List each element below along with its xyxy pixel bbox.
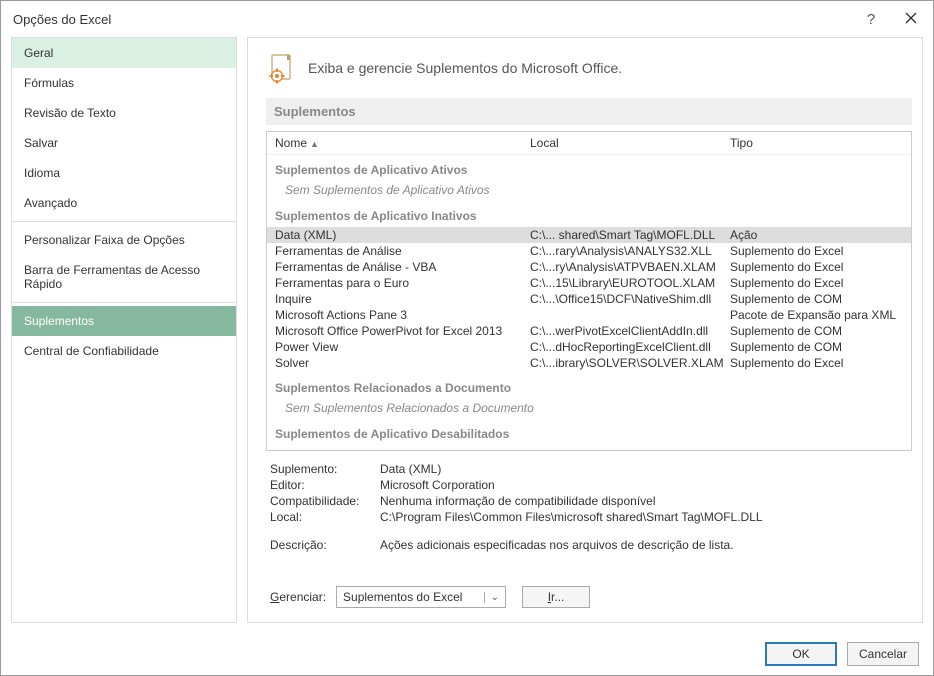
- manage-label: Gerenciar:: [270, 590, 326, 604]
- detail-value-suplemento: Data (XML): [380, 462, 908, 476]
- cell-tipo: Suplemento do Excel: [730, 276, 903, 290]
- sidebar-item[interactable]: Fórmulas: [12, 68, 236, 98]
- sidebar-item[interactable]: Barra de Ferramentas de Acesso Rápido: [12, 255, 236, 299]
- list-row[interactable]: Power ViewC:\...dHocReportingExcelClient…: [267, 339, 911, 355]
- sidebar-item[interactable]: Geral: [12, 38, 236, 68]
- cell-local: C:\...ry\Analysis\ATPVBAEN.XLAM: [530, 260, 730, 274]
- list-row[interactable]: Microsoft Actions Pane 3 Pacote de Expans…: [267, 307, 911, 323]
- sidebar-item[interactable]: Personalizar Faixa de Opções: [12, 225, 236, 255]
- sidebar-item[interactable]: Suplementos: [12, 306, 236, 336]
- sidebar-item[interactable]: Salvar: [12, 128, 236, 158]
- sidebar-item[interactable]: Central de Confiabilidade: [12, 336, 236, 366]
- cell-local: C:\...dHocReportingExcelClient.dll: [530, 340, 730, 354]
- cell-tipo: Ação: [730, 228, 903, 242]
- sort-asc-icon: ▲: [310, 139, 319, 149]
- addins-list-scroll[interactable]: Nome▲ Local Tipo Suplementos de Aplicati…: [267, 132, 911, 450]
- list-header[interactable]: Nome▲ Local Tipo: [267, 132, 911, 155]
- cell-local: C:\...15\Library\EUROTOOL.XLAM: [530, 276, 730, 290]
- cell-nome: Microsoft Office PowerPivot for Excel 20…: [275, 324, 530, 338]
- cell-tipo: Suplemento do Excel: [730, 260, 903, 274]
- detail-value-local: C:\Program Files\Common Files\microsoft …: [380, 510, 908, 524]
- cell-tipo: Suplemento de COM: [730, 324, 903, 338]
- detail-value-compat: Nenhuma informação de compatibilidade di…: [380, 494, 908, 508]
- cell-nome: Ferramentas de Análise - VBA: [275, 260, 530, 274]
- col-header-local[interactable]: Local: [530, 136, 730, 150]
- help-icon[interactable]: ?: [861, 11, 881, 28]
- list-row[interactable]: SolverC:\...ibrary\SOLVER\SOLVER.XLAMSup…: [267, 355, 911, 371]
- addins-list: Nome▲ Local Tipo Suplementos de Aplicati…: [266, 131, 912, 451]
- list-row[interactable]: Ferramentas de AnáliseC:\...rary\Analysi…: [267, 243, 911, 259]
- cell-local: C:\...\Office15\DCF\NativeShim.dll: [530, 292, 730, 306]
- cell-tipo: Suplemento de COM: [730, 340, 903, 354]
- cell-local: C:\...werPivotExcelClientAddIn.dll: [530, 324, 730, 338]
- cell-nome: Microsoft Actions Pane 3: [275, 308, 530, 322]
- manage-select-value: Suplementos do Excel: [343, 590, 484, 604]
- detail-value-editor: Microsoft Corporation: [380, 478, 908, 492]
- detail-value-descricao: Ações adicionais especificadas nos arqui…: [380, 538, 908, 552]
- sidebar-item[interactable]: Avançado: [12, 188, 236, 218]
- sidebar: GeralFórmulasRevisão de TextoSalvarIdiom…: [11, 37, 237, 623]
- manage-select[interactable]: Suplementos do Excel ⌄: [336, 586, 506, 608]
- cell-nome: Power View: [275, 340, 530, 354]
- cell-nome: Ferramentas de Análise: [275, 244, 530, 258]
- list-row[interactable]: Ferramentas de Análise - VBAC:\...ry\Ana…: [267, 259, 911, 275]
- ok-button[interactable]: OK: [765, 642, 837, 666]
- cell-nome: Solver: [275, 356, 530, 370]
- detail-label-compat: Compatibilidade:: [270, 494, 380, 508]
- chevron-down-icon: ⌄: [484, 592, 499, 603]
- cell-nome: Ferramentas para o Euro: [275, 276, 530, 290]
- list-content: Suplementos de Aplicativo AtivosSem Supl…: [267, 155, 911, 447]
- panel-header: Exiba e gerencie Suplementos do Microsof…: [266, 52, 912, 84]
- main-panel: Exiba e gerencie Suplementos do Microsof…: [247, 37, 923, 623]
- group-empty: Sem Suplementos Relacionados a Documento: [267, 399, 911, 417]
- cell-tipo: Suplemento do Excel: [730, 356, 903, 370]
- detail-label-descricao: Descrição:: [270, 538, 380, 552]
- excel-options-dialog: Opções do Excel ? GeralFórmulasRevisão d…: [0, 0, 934, 676]
- sidebar-divider: [12, 302, 236, 303]
- group-header: Suplementos Relacionados a Documento: [267, 377, 911, 399]
- cell-nome: Data (XML): [275, 228, 530, 242]
- group-header: Suplementos de Aplicativo Inativos: [267, 205, 911, 227]
- col-header-nome[interactable]: Nome▲: [275, 136, 530, 150]
- close-icon: [905, 12, 917, 24]
- sidebar-item[interactable]: Idioma: [12, 158, 236, 188]
- addin-details: Suplemento: Data (XML) Editor: Microsoft…: [266, 451, 912, 553]
- group-header: Suplementos de Aplicativo Desabilitados: [267, 423, 911, 445]
- dialog-body: GeralFórmulasRevisão de TextoSalvarIdiom…: [1, 37, 933, 633]
- detail-label-suplemento: Suplemento:: [270, 462, 380, 476]
- cell-local: C:\...rary\Analysis\ANALYS32.XLL: [530, 244, 730, 258]
- list-row[interactable]: Data (XML)C:\... shared\Smart Tag\MOFL.D…: [267, 227, 911, 243]
- addins-icon: [266, 52, 298, 84]
- cell-tipo: Pacote de Expansão para XML: [730, 308, 903, 322]
- group-empty: Sem Suplementos de Aplicativo Ativos: [267, 181, 911, 199]
- cell-local: C:\...ibrary\SOLVER\SOLVER.XLAM: [530, 356, 730, 370]
- cell-tipo: Suplemento de COM: [730, 292, 903, 306]
- cell-local: C:\... shared\Smart Tag\MOFL.DLL: [530, 228, 730, 242]
- section-title: Suplementos: [266, 98, 912, 125]
- list-row[interactable]: InquireC:\...\Office15\DCF\NativeShim.dl…: [267, 291, 911, 307]
- dialog-footer: OK Cancelar: [1, 633, 933, 675]
- cancel-button[interactable]: Cancelar: [847, 642, 919, 666]
- list-row[interactable]: Ferramentas para o EuroC:\...15\Library\…: [267, 275, 911, 291]
- col-header-tipo[interactable]: Tipo: [730, 136, 903, 150]
- panel-header-text: Exiba e gerencie Suplementos do Microsof…: [308, 60, 622, 76]
- detail-label-local: Local:: [270, 510, 380, 524]
- cell-local: [530, 308, 730, 322]
- group-header: Suplementos de Aplicativo Ativos: [267, 159, 911, 181]
- close-button[interactable]: [901, 12, 921, 27]
- detail-label-editor: Editor:: [270, 478, 380, 492]
- sidebar-item[interactable]: Revisão de Texto: [12, 98, 236, 128]
- list-row[interactable]: Microsoft Office PowerPivot for Excel 20…: [267, 323, 911, 339]
- titlebar: Opções do Excel ?: [1, 1, 933, 37]
- cell-nome: Inquire: [275, 292, 530, 306]
- dialog-title: Opções do Excel: [13, 12, 861, 27]
- go-button[interactable]: Ir...: [522, 586, 590, 608]
- cell-tipo: Suplemento do Excel: [730, 244, 903, 258]
- manage-row: Gerenciar: Suplementos do Excel ⌄ Ir...: [266, 572, 912, 612]
- sidebar-divider: [12, 221, 236, 222]
